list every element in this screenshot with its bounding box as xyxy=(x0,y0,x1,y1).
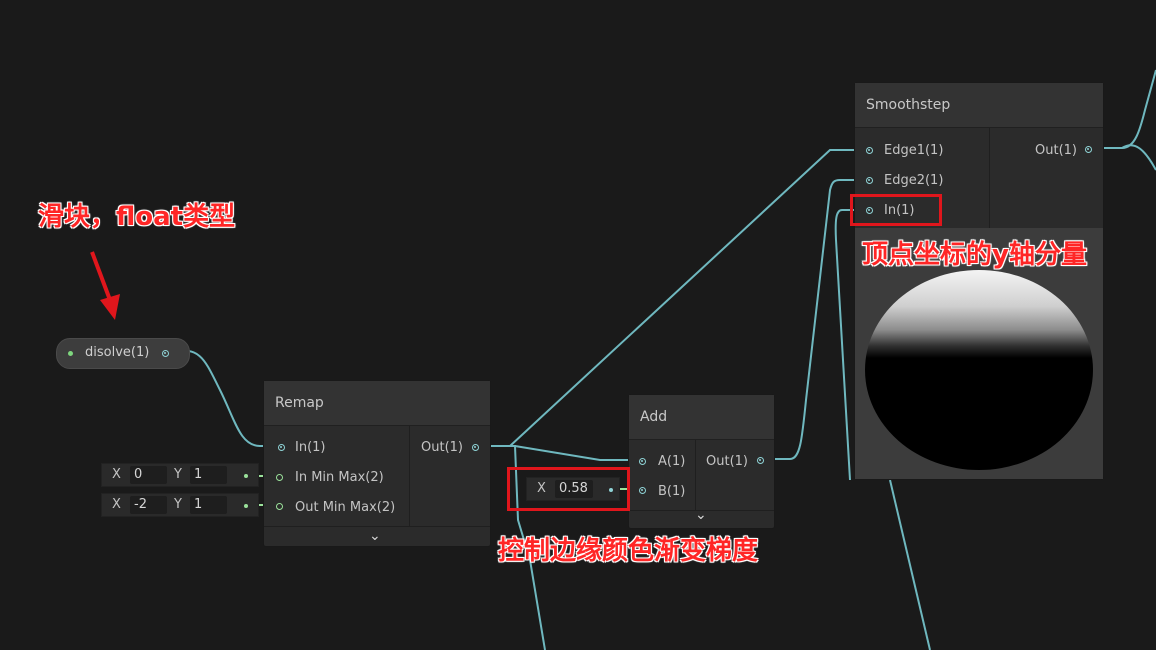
add-b-label: B(1) xyxy=(658,484,686,499)
smoothstep-out-port[interactable] xyxy=(1085,146,1092,153)
add-b-port[interactable] xyxy=(639,487,646,494)
preview-sphere xyxy=(865,270,1093,470)
in-min-max-field: X 0 Y 1 xyxy=(101,463,259,487)
link-dot-icon xyxy=(244,474,248,478)
smoothstep-edge2-label: Edge2(1) xyxy=(884,173,944,188)
out-min-max-field: X -2 Y 1 xyxy=(101,493,259,517)
property-output-port[interactable] xyxy=(162,350,169,357)
smoothstep-out-label: Out(1) xyxy=(1035,143,1077,158)
x-label: X xyxy=(112,467,121,482)
remap-in-port[interactable] xyxy=(278,444,285,451)
y-label: Y xyxy=(174,467,182,482)
divider xyxy=(989,128,990,228)
annotation-box-smoothstep-in xyxy=(850,194,942,226)
y-label: Y xyxy=(174,497,182,512)
annotation-slider: 滑块，float类型 xyxy=(38,202,236,232)
property-dot-icon xyxy=(68,351,73,356)
remap-out-min-max-label: Out Min Max(2) xyxy=(295,500,396,515)
smoothstep-node[interactable]: Smoothstep Edge1(1) Edge2(1) In(1) Out(1… xyxy=(854,82,1104,480)
node-title: Add xyxy=(629,395,774,440)
add-out-label: Out(1) xyxy=(706,454,748,469)
wire-smoothstep-down xyxy=(889,479,931,650)
property-node-disolve[interactable]: disolve(1) xyxy=(56,338,190,369)
remap-in-min-max-label: In Min Max(2) xyxy=(295,470,384,485)
remap-out-min-max-port[interactable] xyxy=(276,503,283,510)
x-label: X xyxy=(112,497,121,512)
remap-in-label: In(1) xyxy=(295,440,326,455)
link-dot-icon xyxy=(244,504,248,508)
node-title: Remap xyxy=(264,381,490,426)
node-title: Smoothstep xyxy=(855,83,1103,128)
out-min-x-input[interactable]: -2 xyxy=(130,496,167,514)
smoothstep-edge1-label: Edge1(1) xyxy=(884,143,944,158)
wire-remap-out-add-a xyxy=(490,445,640,461)
annotation-vertex: 顶点坐标的y轴分量 xyxy=(862,240,1087,270)
remap-out-label: Out(1) xyxy=(421,440,463,455)
divider xyxy=(409,426,410,526)
wire-smoothstep-out-2 xyxy=(1121,144,1156,171)
annotation-gradient: 控制边缘颜色渐变梯度 xyxy=(498,536,759,566)
in-max-y-input[interactable]: 1 xyxy=(190,466,227,484)
remap-in-min-max-port[interactable] xyxy=(276,474,283,481)
add-node[interactable]: Add A(1) B(1) Out(1) ⌄ xyxy=(628,394,775,529)
footer-divider xyxy=(264,526,490,527)
chevron-down-icon[interactable]: ⌄ xyxy=(695,507,707,523)
smoothstep-edge1-port[interactable] xyxy=(866,147,873,154)
add-a-label: A(1) xyxy=(658,454,686,469)
remap-out-port[interactable] xyxy=(472,444,479,451)
add-out-port[interactable] xyxy=(757,457,764,464)
smoothstep-edge2-port[interactable] xyxy=(866,177,873,184)
annotation-arrow xyxy=(90,251,120,320)
add-a-port[interactable] xyxy=(639,458,646,465)
chevron-down-icon[interactable]: ⌄ xyxy=(369,528,381,544)
in-min-x-input[interactable]: 0 xyxy=(130,466,167,484)
property-label: disolve(1) xyxy=(85,345,150,360)
remap-node[interactable]: Remap In(1) In Min Max(2) Out Min Max(2)… xyxy=(263,380,491,547)
divider xyxy=(695,440,696,510)
out-max-y-input[interactable]: 1 xyxy=(190,496,227,514)
annotation-box-add-b xyxy=(507,467,630,511)
